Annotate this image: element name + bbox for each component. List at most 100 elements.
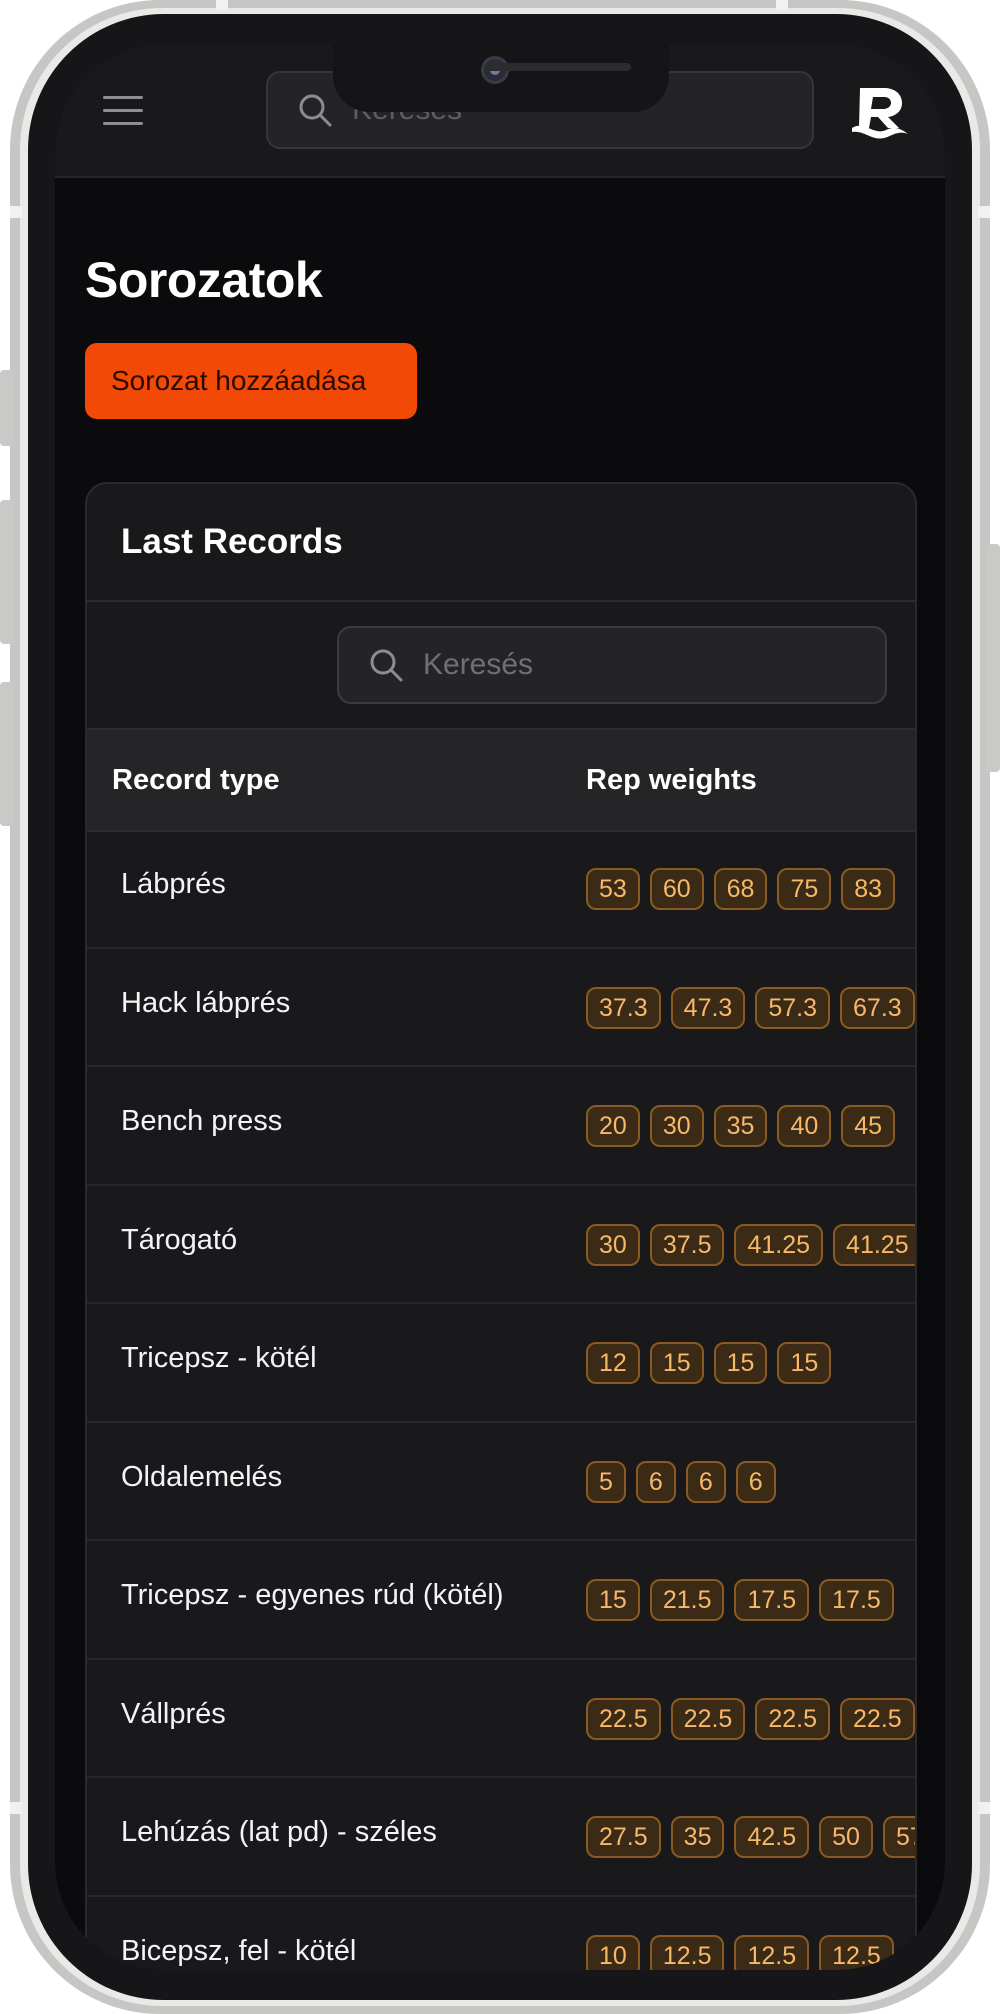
add-series-button[interactable]: Sorozat hozzáadása [85,343,417,419]
rep-weight-badge: 17.5 [819,1579,894,1621]
rep-weight-badge: 37.5 [649,1223,725,1266]
rep-weight-badge: 83 [841,868,896,910]
rep-weights-list: 10 12.5 12.5 12.5 [586,1934,904,1970]
column-header-rep-weights[interactable]: Rep weights [586,764,757,797]
rep-weight-badge: 15 [586,1579,640,1621]
table-row[interactable]: Bench press 20 30 35 40 45 [87,1067,915,1186]
rep-weights-list: 15 21.5 17.5 17.5 [586,1579,904,1621]
rep-weight-badge: 22.5 [586,1697,661,1740]
rep-weight-badge: 20 [586,1105,640,1147]
record-type-name: Lábprés [121,868,226,900]
antenna-band [978,1802,990,1814]
rep-weight-badge: 68 [713,868,768,910]
card-title: Last Records [121,522,343,561]
rep-weight-badge: 53 [586,868,640,910]
rep-weight-badge: 30 [586,1223,640,1266]
divider [87,600,915,602]
menu-icon[interactable] [103,96,143,126]
rep-weight-badge: 37.3 [586,986,661,1029]
rep-weight-badge: 41.25 [734,1223,824,1266]
rep-weights-list: 22.5 22.5 22.5 22.5 [586,1697,915,1740]
records-search-placeholder: Keresés [423,648,534,681]
rep-weight-badge: 12 [586,1342,640,1384]
rep-weight-badge: 21.5 [649,1579,725,1621]
table-row[interactable]: Tárogató 30 37.5 41.25 41.25 [87,1186,915,1304]
notch [333,44,669,112]
records-search-input[interactable]: Keresés [337,626,887,704]
rep-weight-badge: 6 [735,1460,776,1503]
rep-weights-list: 12 15 15 15 [586,1342,841,1384]
rep-weight-badge: 22.5 [670,1697,746,1740]
antenna-band [978,206,990,218]
rep-weights-list: 37.3 47.3 57.3 67.3 [586,986,915,1029]
volume-up-button [0,500,14,644]
rep-weight-badge: 30 [649,1105,704,1147]
table-row[interactable]: Tricepsz - kötél 12 15 15 15 [87,1304,915,1423]
search-icon [370,649,403,682]
rep-weight-badge: 47.3 [670,986,746,1029]
table-header: Record type Rep weights [87,728,915,832]
antenna-band [10,1802,22,1814]
logo-r-icon[interactable] [850,84,910,140]
rep-weight-badge: 6 [685,1460,726,1503]
screen: Keresés Sorozatok Sorozat hozzáadása Las… [55,44,945,1970]
table-row[interactable]: Bicepsz, fel - kötél 10 12.5 12.5 12.5 [87,1897,915,1970]
rep-weight-badge: 45 [841,1105,896,1147]
rep-weight-badge: 35 [670,1816,725,1858]
table-row[interactable]: Lábprés 53 60 68 75 83 [87,830,915,949]
table-row[interactable]: Vállprés 22.5 22.5 22.5 22.5 [87,1660,915,1778]
rep-weight-badge: 57.3 [755,986,831,1029]
column-header-record-type[interactable]: Record type [112,764,280,797]
rep-weight-badge: 12.5 [734,1934,810,1970]
rep-weight-badge: 10 [586,1934,640,1970]
rep-weight-badge: 15 [649,1342,704,1384]
rep-weight-badge: 60 [649,868,704,910]
rep-weight-badge: 57.5 [882,1816,915,1858]
earpiece-speaker [485,63,631,71]
rep-weights-list: 5666 [586,1460,786,1503]
antenna-band [216,0,228,10]
rep-weights-list: 20 30 35 40 45 [586,1105,905,1147]
rep-weight-badge: 22.5 [840,1697,915,1740]
record-type-name: Lehúzás (lat pd) - széles [121,1816,437,1848]
rep-weight-badge: 41.25 [833,1223,915,1266]
antenna-band [10,206,22,218]
rep-weight-badge: 6 [635,1460,676,1503]
page-title: Sorozatok [85,252,323,308]
search-icon [299,94,332,127]
antenna-band [776,0,788,10]
record-type-name: Hack lábprés [121,986,291,1019]
rep-weight-badge: 40 [777,1105,832,1147]
rep-weight-badge: 35 [713,1105,768,1147]
table-body: Lábprés 53 60 68 75 83 Hack lábprés 37.3 47.3 57.… [87,830,915,1970]
rep-weights-list: 27.53542.550 57.5 [586,1816,915,1858]
table-row[interactable]: Oldalemelés 5 6 6 6 [87,1423,915,1541]
record-type-name: Tricepsz - egyenes rúd (kötél) [121,1579,504,1611]
last-records-card: Last Records Keresés Record type Rep wei… [85,482,917,1970]
table-row[interactable]: Tricepsz - egyenes rúd (kötél) 15 21.5 17.5… [87,1541,915,1660]
record-type-name: Tárogató [121,1223,238,1256]
record-type-name: Bicepsz, fel - kötél [121,1934,357,1967]
rep-weight-badge: 15 [777,1342,832,1384]
rep-weight-badge: 67.3 [840,986,915,1029]
rep-weight-badge: 12.5 [649,1934,725,1970]
rep-weight-badge: 75 [777,868,832,910]
silent-switch [0,370,14,446]
rep-weight-badge: 42.5 [734,1816,810,1858]
table-row[interactable]: Hack lábprés 37.3 47.3 57.3 67.3 [87,949,915,1067]
record-type-name: Tricepsz - kötél [121,1342,317,1374]
rep-weight-badge: 15 [713,1342,768,1384]
rep-weight-badge: 50 [819,1816,873,1858]
power-button [986,544,1000,772]
rep-weight-badge: 17.5 [734,1579,810,1621]
rep-weight-badge: 27.5 [586,1816,661,1858]
rep-weights-list: 30 37.5 41.25 41.25 [586,1223,915,1266]
volume-down-button [0,682,14,826]
record-type-name: Oldalemelés [121,1460,283,1493]
rep-weight-badge: 12.5 [819,1934,894,1970]
rep-weights-list: 53 60 68 75 83 [586,868,905,910]
record-type-name: Vállprés [121,1697,226,1730]
rep-weight-badge: 22.5 [755,1697,831,1740]
table-row[interactable]: Lehúzás (lat pd) - széles 27.53542.550 57.… [87,1778,915,1897]
record-type-name: Bench press [121,1105,283,1137]
